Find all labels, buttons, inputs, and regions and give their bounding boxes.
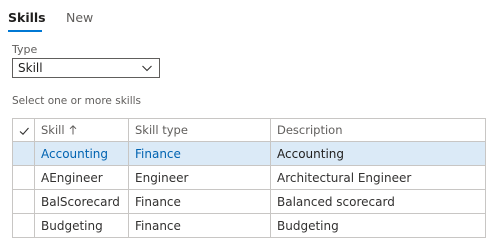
table-row[interactable]: AEngineer Engineer Architectural Enginee…	[12, 165, 486, 190]
checkmark-icon	[19, 127, 29, 135]
select-skills-hint: Select one or more skills	[12, 95, 141, 107]
active-tab-indicator	[8, 30, 42, 32]
column-header-skill-label: Skill	[41, 123, 65, 137]
grid-header-row: Skill Skill type Description	[12, 118, 486, 142]
column-header-skill-type[interactable]: Skill type	[128, 118, 271, 142]
skill-type-cell[interactable]: Finance	[128, 141, 271, 166]
type-dropdown[interactable]: Skill	[12, 58, 160, 78]
description-cell[interactable]: Architectural Engineer	[270, 165, 486, 190]
skill-cell[interactable]: Budgeting	[34, 213, 129, 238]
description-cell[interactable]: Accounting	[270, 141, 486, 166]
table-row[interactable]: Accounting Finance Accounting	[12, 141, 486, 166]
chevron-down-icon	[142, 65, 152, 72]
tab-new[interactable]: New	[66, 10, 93, 25]
skill-cell[interactable]: AEngineer	[34, 165, 129, 190]
type-dropdown-value: Skill	[18, 61, 43, 75]
row-select-cell[interactable]	[12, 189, 35, 214]
skill-type-cell[interactable]: Engineer	[128, 165, 271, 190]
row-select-cell[interactable]	[12, 141, 35, 166]
select-all-header[interactable]	[12, 118, 35, 142]
skills-grid: Skill Skill type Description Accounting …	[12, 118, 486, 238]
skill-cell[interactable]: Accounting	[34, 141, 129, 166]
column-header-description[interactable]: Description	[270, 118, 486, 142]
table-row[interactable]: BalScorecard Finance Balanced scorecard	[12, 189, 486, 214]
arrow-up-icon	[69, 125, 76, 135]
column-header-skill[interactable]: Skill	[34, 118, 129, 142]
type-label: Type	[12, 43, 38, 56]
table-row[interactable]: Budgeting Finance Budgeting	[12, 213, 486, 238]
skill-type-cell[interactable]: Finance	[128, 213, 271, 238]
row-select-cell[interactable]	[12, 165, 35, 190]
skill-cell[interactable]: BalScorecard	[34, 189, 129, 214]
tab-skills[interactable]: Skills	[8, 10, 46, 25]
skill-type-cell[interactable]: Finance	[128, 189, 271, 214]
description-cell[interactable]: Balanced scorecard	[270, 189, 486, 214]
description-cell[interactable]: Budgeting	[270, 213, 486, 238]
row-select-cell[interactable]	[12, 213, 35, 238]
